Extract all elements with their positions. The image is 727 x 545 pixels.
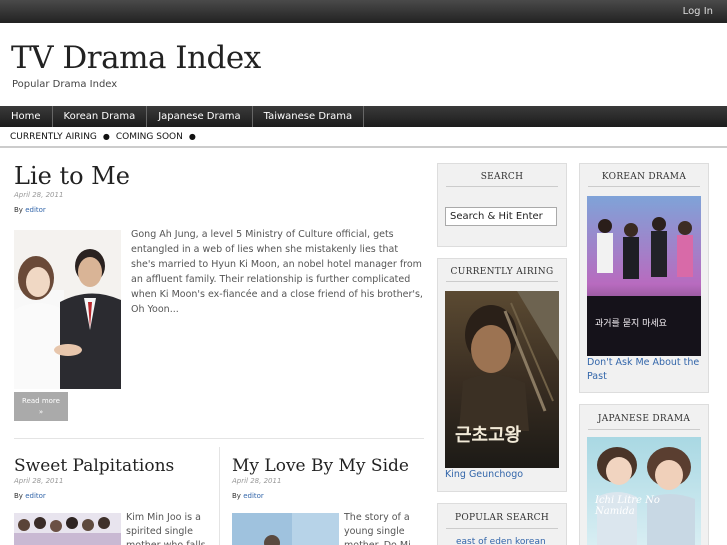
site-description: Popular Drama Index [12, 79, 118, 90]
bullet-icon: ● [188, 132, 196, 141]
post-thumbnail[interactable] [232, 513, 339, 545]
sub-nav: CURRENTLY AIRING ● COMING SOON ● [0, 127, 727, 148]
nav-item-korean-drama[interactable]: Korean Drama [53, 106, 148, 127]
site-title[interactable]: TV Drama Index [11, 40, 261, 76]
widget-divider [588, 429, 700, 430]
author-link[interactable]: editor [25, 492, 46, 500]
top-bar: Log In [0, 0, 727, 23]
widget-divider [446, 186, 558, 187]
post-title[interactable]: My Love By My Side [232, 456, 409, 476]
post-byline: By editor [14, 492, 46, 500]
korean-drama-link[interactable]: Don't Ask Me About the Past [587, 356, 705, 384]
widget-title: CURRENTLY AIRING [450, 267, 554, 277]
widget-divider [446, 528, 558, 529]
widget-title: JAPANESE DRAMA [597, 414, 691, 424]
popular-search-link[interactable]: east of eden korean [456, 535, 546, 545]
read-more-button[interactable]: Read more » [14, 392, 68, 421]
poster-title: 과거를 묻지 마세요 [595, 319, 667, 329]
poster-title: Ichi Litre No Namida [595, 495, 660, 517]
post-thumbnail[interactable] [14, 513, 121, 545]
korean-drama-poster[interactable]: 과거를 묻지 마세요 [587, 196, 701, 356]
read-more-label: Read more [22, 397, 60, 405]
bullet-icon: ● [102, 132, 110, 141]
japanese-drama-poster[interactable]: Ichi Litre No Namida [587, 437, 701, 545]
arrow-icon: » [38, 408, 44, 416]
post-byline: By editor [232, 492, 264, 500]
widget-divider [446, 281, 558, 282]
nav-item-japanese-drama[interactable]: Japanese Drama [147, 106, 253, 127]
subnav-item-currently-airing[interactable]: CURRENTLY AIRING [10, 132, 97, 142]
currently-airing-link[interactable]: King Geunchogo [445, 468, 523, 482]
divider [14, 438, 424, 439]
search-input[interactable]: Search & Hit Enter [445, 207, 557, 226]
author-link[interactable]: editor [243, 492, 264, 500]
byline-prefix: By [14, 206, 23, 214]
widget-title: KOREAN DRAMA [601, 172, 687, 182]
search-widget: SEARCH [437, 163, 567, 247]
nav-item-taiwanese-drama[interactable]: Taiwanese Drama [253, 106, 365, 127]
post-excerpt: Kim Min Joo is a spirited single mother … [126, 512, 206, 545]
subnav-item-coming-soon[interactable]: COMING SOON [116, 132, 183, 142]
post-title[interactable]: Sweet Palpitations [14, 456, 174, 476]
widget-title: SEARCH [480, 172, 524, 182]
divider [219, 447, 220, 545]
poster-title: 근초고왕 [455, 425, 522, 446]
post-title[interactable]: Lie to Me [14, 162, 130, 190]
post-thumbnail[interactable] [14, 230, 121, 389]
author-link[interactable]: editor [25, 206, 46, 214]
post-date: April 28, 2011 [14, 477, 64, 485]
post-date: April 28, 2011 [232, 477, 282, 485]
post-date: April 28, 2011 [14, 191, 64, 199]
post-excerpt: The story of a young single mother. Do M… [344, 512, 411, 545]
nav-item-home[interactable]: Home [0, 106, 53, 127]
main-nav: Home Korean Drama Japanese Drama Taiwane… [0, 106, 727, 127]
login-link[interactable]: Log In [683, 6, 713, 17]
currently-airing-poster[interactable]: 근초고왕 [445, 291, 559, 468]
post-excerpt: Gong Ah Jung, a level 5 Ministry of Cult… [131, 229, 423, 315]
post-byline: By editor [14, 206, 46, 214]
byline-prefix: By [14, 492, 23, 500]
widget-title: POPULAR SEARCH [455, 513, 549, 523]
byline-prefix: By [232, 492, 241, 500]
widget-divider [588, 186, 700, 187]
